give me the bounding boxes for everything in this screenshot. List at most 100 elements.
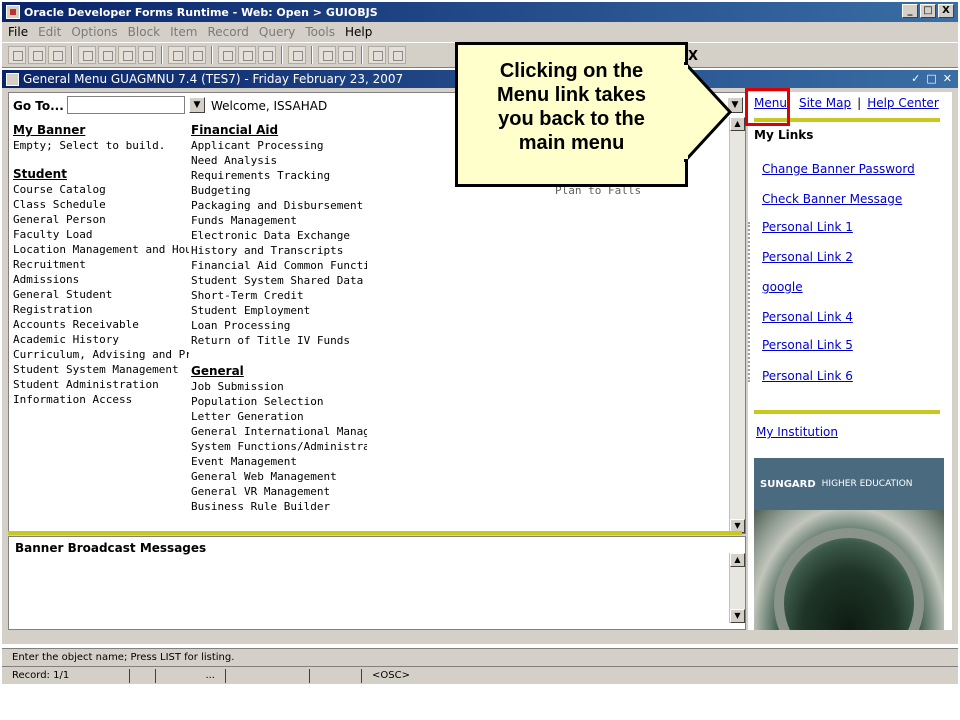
goto-input[interactable] bbox=[67, 96, 185, 114]
goto-dropdown-button[interactable]: ▼ bbox=[189, 97, 205, 113]
form-restore-icon[interactable]: □ bbox=[926, 72, 936, 85]
save-icon[interactable] bbox=[8, 46, 26, 64]
menu-item[interactable]: Student System Management bbox=[13, 362, 189, 377]
tools-icon[interactable] bbox=[388, 46, 406, 64]
welcome-text: Welcome, ISSAHAD bbox=[211, 99, 328, 113]
menu-item[interactable]: Electronic Data Exchange bbox=[191, 228, 367, 243]
menu-query[interactable]: Query bbox=[259, 25, 295, 39]
menu-item[interactable]: Accounts Receivable bbox=[13, 317, 189, 332]
close-button[interactable]: X bbox=[938, 4, 954, 18]
remove-record-icon[interactable] bbox=[118, 46, 136, 64]
help-icon[interactable] bbox=[338, 46, 356, 64]
menu-record[interactable]: Record bbox=[207, 25, 248, 39]
menu-item[interactable]: Return of Title IV Funds bbox=[191, 333, 367, 348]
menu-item[interactable]: Item bbox=[170, 25, 197, 39]
personal-link-4[interactable]: Personal Link 4 bbox=[762, 310, 853, 324]
menu-tools[interactable]: Tools bbox=[305, 25, 335, 39]
execute-query-icon[interactable] bbox=[188, 46, 206, 64]
menu-item[interactable]: Recruitment bbox=[13, 257, 189, 272]
site-map-link[interactable]: Site Map bbox=[799, 96, 851, 110]
menu-item[interactable]: Funds Management bbox=[191, 213, 367, 228]
menu-item[interactable]: System Functions/Administration bbox=[191, 439, 367, 454]
print-screen-icon[interactable] bbox=[318, 46, 336, 64]
menu-item[interactable]: General Student bbox=[13, 287, 189, 302]
next-block-icon[interactable] bbox=[218, 46, 236, 64]
menu-item[interactable]: Short-Term Credit bbox=[191, 288, 367, 303]
change-password-link[interactable]: Change Banner Password bbox=[762, 162, 915, 176]
scroll-up-arrow-icon[interactable]: ▲ bbox=[730, 553, 745, 567]
menu-options[interactable]: Options bbox=[71, 25, 117, 39]
menu-item[interactable]: Requirements Tracking bbox=[191, 168, 367, 183]
insert-record-icon[interactable] bbox=[98, 46, 116, 64]
menu-item[interactable]: History and Transcripts bbox=[191, 243, 367, 258]
google-link[interactable]: google bbox=[762, 280, 803, 294]
menu-item[interactable]: Empty; Select to build. bbox=[13, 138, 189, 153]
menu-help[interactable]: Help bbox=[345, 25, 372, 39]
menu-item[interactable]: Population Selection bbox=[191, 394, 367, 409]
menu-item[interactable]: Location Management and Housi bbox=[13, 242, 189, 257]
form-icon bbox=[6, 72, 19, 86]
menu-file[interactable]: File bbox=[8, 25, 28, 39]
menu-item[interactable]: Class Schedule bbox=[13, 197, 189, 212]
menu-scrollbar[interactable]: ▲ ▼ bbox=[729, 117, 745, 533]
minimize-button[interactable]: _ bbox=[902, 4, 918, 18]
print-icon[interactable] bbox=[28, 46, 46, 64]
menu-item[interactable]: Faculty Load bbox=[13, 227, 189, 242]
scroll-down-arrow-icon[interactable]: ▼ bbox=[730, 609, 745, 623]
menu-item[interactable]: General VR Management bbox=[191, 484, 367, 499]
clear-icon[interactable] bbox=[368, 46, 386, 64]
menu-item[interactable]: Academic History bbox=[13, 332, 189, 347]
panel-splitter[interactable] bbox=[748, 222, 754, 382]
menu-item[interactable]: Letter Generation bbox=[191, 409, 367, 424]
menu-item[interactable]: General Web Management bbox=[191, 469, 367, 484]
broadcast-title: Banner Broadcast Messages bbox=[15, 541, 207, 555]
menu-item[interactable]: Registration bbox=[13, 302, 189, 317]
form-title: General Menu GUAGMNU 7.4 (TES7) - Friday… bbox=[23, 72, 404, 86]
menu-item[interactable]: Event Management bbox=[191, 454, 367, 469]
callout-line: you back to the bbox=[498, 108, 645, 130]
prev-block-icon[interactable] bbox=[238, 46, 256, 64]
personal-link-5[interactable]: Personal Link 5 bbox=[762, 338, 853, 352]
menu-item[interactable]: Curriculum, Advising and Progra bbox=[13, 347, 189, 362]
form-close-icon[interactable]: ✕ bbox=[943, 72, 952, 85]
my-banner-header[interactable]: My Banner bbox=[13, 123, 189, 138]
menu-item[interactable]: Student Employment bbox=[191, 303, 367, 318]
help-center-link[interactable]: Help Center bbox=[867, 96, 939, 110]
my-institution-link[interactable]: My Institution bbox=[756, 425, 838, 439]
menu-item[interactable]: Financial Aid Common Functions bbox=[191, 258, 367, 273]
duplicate-icon[interactable] bbox=[138, 46, 156, 64]
menu-item[interactable]: Packaging and Disbursement bbox=[191, 198, 367, 213]
list-icon[interactable] bbox=[258, 46, 276, 64]
menu-item[interactable]: Information Access bbox=[13, 392, 189, 407]
menu-edit[interactable]: Edit bbox=[38, 25, 61, 39]
menu-item[interactable]: Need Analysis bbox=[191, 153, 367, 168]
menu-block[interactable]: Block bbox=[128, 25, 160, 39]
menu-item[interactable]: Admissions bbox=[13, 272, 189, 287]
menu-item[interactable]: General International Manageme bbox=[191, 424, 367, 439]
rollback-icon[interactable] bbox=[78, 46, 96, 64]
menu-item[interactable]: Student Administration bbox=[13, 377, 189, 392]
exit-icon[interactable] bbox=[48, 46, 66, 64]
personal-link-2[interactable]: Personal Link 2 bbox=[762, 250, 853, 264]
broadcast-panel: Banner Broadcast Messages ▲ ▼ bbox=[8, 536, 746, 630]
maximize-button[interactable]: □ bbox=[920, 4, 936, 18]
menu-item[interactable]: General Person bbox=[13, 212, 189, 227]
menu-item[interactable]: Applicant Processing bbox=[191, 138, 367, 153]
personal-link-1[interactable]: Personal Link 1 bbox=[762, 220, 853, 234]
menu-item[interactable]: Job Submission bbox=[191, 379, 367, 394]
menu-item[interactable]: Course Catalog bbox=[13, 182, 189, 197]
general-header[interactable]: General bbox=[191, 364, 367, 379]
student-header[interactable]: Student bbox=[13, 167, 189, 182]
options-icon[interactable] bbox=[288, 46, 306, 64]
menu-item[interactable]: Loan Processing bbox=[191, 318, 367, 333]
menu-item[interactable]: Student System Shared Data bbox=[191, 273, 367, 288]
form-minimize-icon[interactable]: ✓ bbox=[911, 72, 920, 85]
financial-aid-header[interactable]: Financial Aid bbox=[191, 123, 367, 138]
menu-item[interactable]: Business Rule Builder bbox=[191, 499, 367, 514]
personal-link-6[interactable]: Personal Link 6 bbox=[762, 369, 853, 383]
check-message-link[interactable]: Check Banner Message bbox=[762, 192, 902, 206]
enter-query-icon[interactable] bbox=[168, 46, 186, 64]
menu-item[interactable]: Budgeting bbox=[191, 183, 367, 198]
broadcast-scrollbar[interactable]: ▲ ▼ bbox=[729, 553, 745, 623]
callout-line: Menu link takes bbox=[497, 84, 646, 106]
